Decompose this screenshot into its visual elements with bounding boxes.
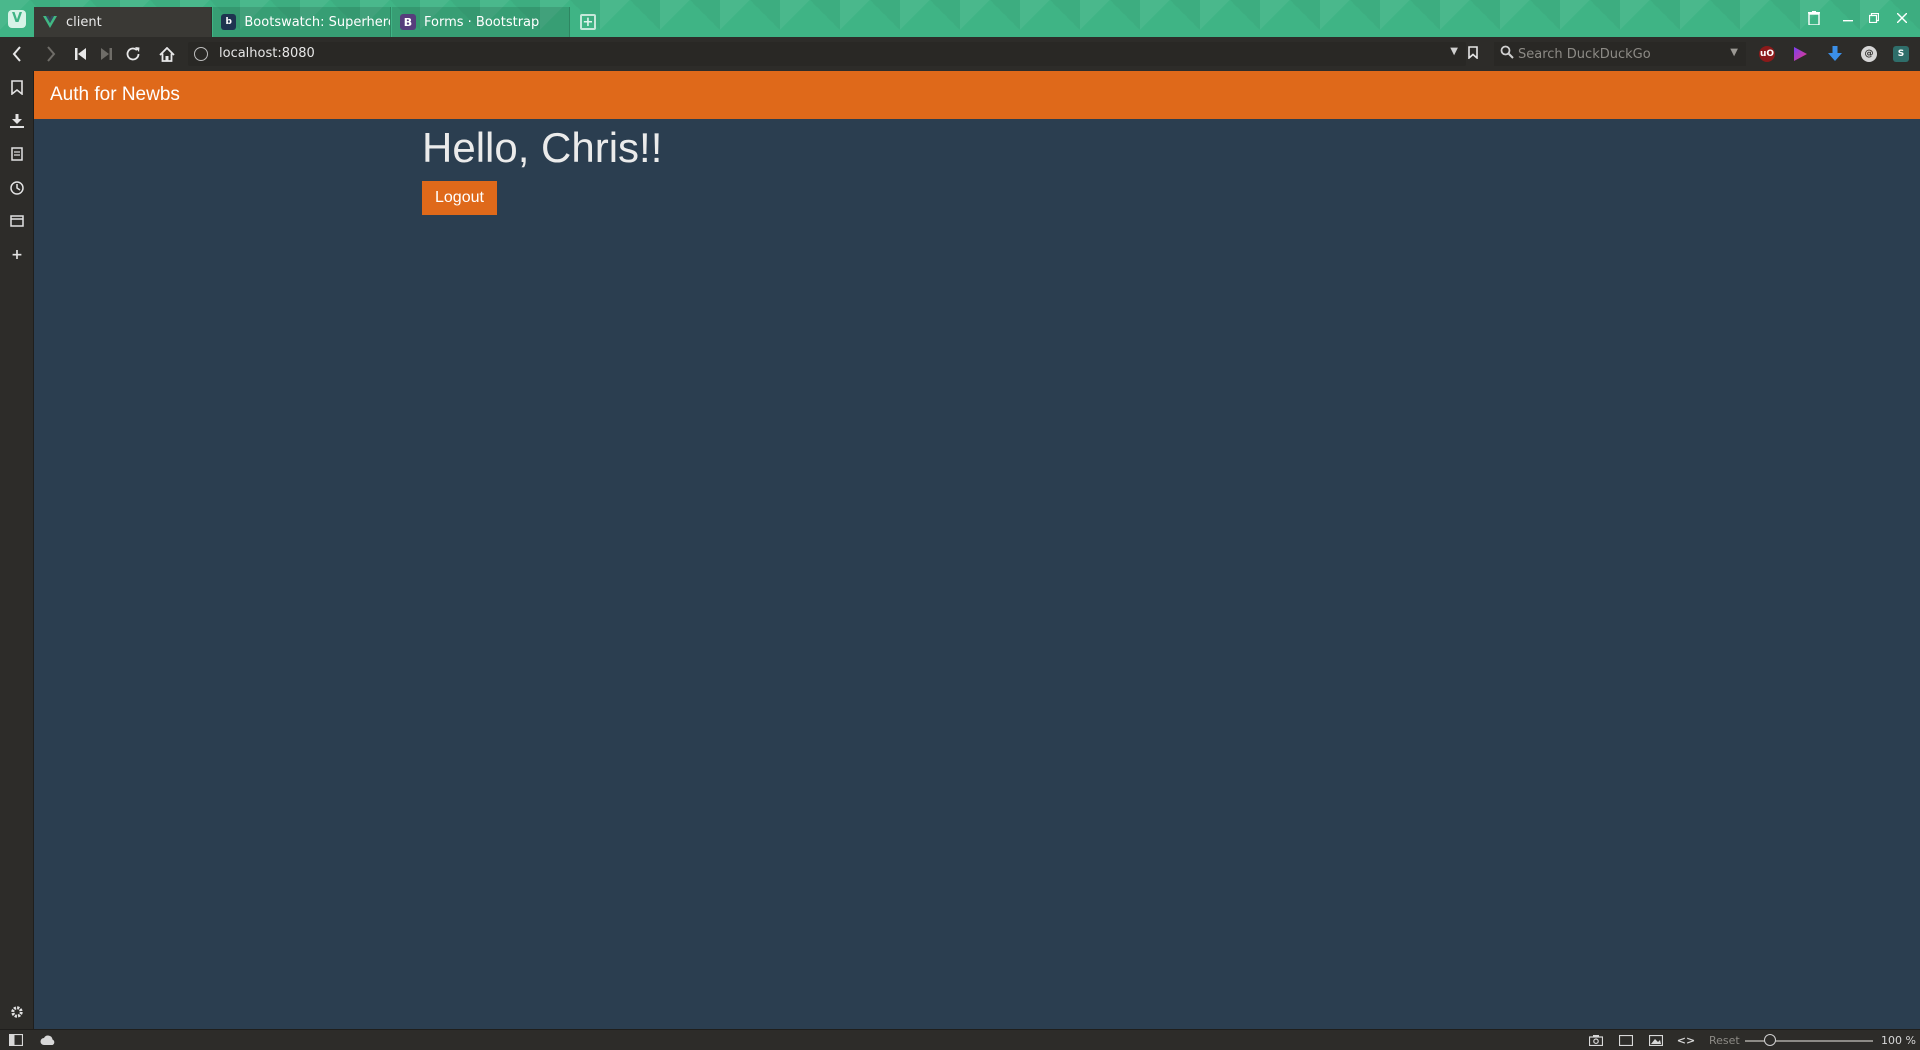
download-extension-icon[interactable] [1827,46,1843,62]
close-icon[interactable] [1892,8,1912,28]
tab-bar: V client b Bootswatch: Superhero B Forms… [0,0,1920,37]
tab-label: Bootswatch: Superhero [244,14,390,30]
reload-icon [126,47,140,61]
ublock-origin-icon[interactable]: uO [1759,46,1775,62]
home-button[interactable] [154,42,180,66]
vivaldi-logo-icon: V [8,9,26,28]
bootstrap-icon: B [400,14,416,30]
restore-icon[interactable] [1864,8,1884,28]
zoom-reset-button[interactable]: Reset [1709,1034,1740,1047]
logout-button[interactable]: Logout [422,181,497,216]
s-extension-icon[interactable]: S [1893,46,1909,62]
trash-icon[interactable] [1804,8,1824,28]
back-button[interactable] [4,42,30,66]
history-dropdown-icon[interactable]: ▼ [1450,46,1458,57]
tiling-icon[interactable] [1618,1033,1634,1047]
site-info-icon[interactable] [194,47,208,61]
forward-button[interactable] [38,42,64,66]
bookmarks-panel-icon[interactable] [5,75,29,99]
history-panel-icon[interactable] [5,176,29,200]
vivaldi-menu-button[interactable]: V [0,0,34,37]
tab-client[interactable]: client [34,7,212,37]
play-extension-icon[interactable] [1792,46,1808,62]
url-text[interactable]: localhost:8080 [219,46,315,61]
tab-label: Forms · Bootstrap [424,14,540,30]
navbar-brand[interactable]: Auth for Newbs [50,84,180,106]
bootswatch-icon: b [221,14,237,30]
search-icon [1500,45,1514,63]
tab-label: client [66,14,102,30]
panel-toggle-icon[interactable] [8,1033,24,1047]
search-input[interactable] [1518,44,1718,64]
zoom-level: 100 % [1881,1034,1916,1047]
sync-cloud-icon[interactable] [40,1033,56,1047]
notes-panel-icon[interactable] [5,142,29,166]
minimize-icon[interactable] [1838,8,1858,28]
side-panel: + [0,71,34,1029]
search-engine-dropdown-icon[interactable]: ▼ [1730,47,1738,58]
chevron-right-icon [47,46,56,62]
skip-back-icon [75,48,86,60]
home-icon [159,46,175,62]
capture-camera-icon[interactable] [1588,1033,1604,1047]
url-field[interactable]: localhost:8080 ▼ [188,42,1466,66]
bookmark-icon[interactable] [1468,46,1482,62]
status-bar: <> Reset 100 % [0,1029,1920,1050]
zoom-slider-thumb[interactable] [1764,1034,1776,1046]
window-panel-icon[interactable] [5,209,29,233]
tab-bootstrap-forms[interactable]: B Forms · Bootstrap [392,7,570,37]
tab-bootswatch[interactable]: b Bootswatch: Superhero [213,7,391,37]
add-panel-icon[interactable]: + [5,243,29,267]
new-tab-button[interactable]: + [580,14,596,30]
greeting-heading: Hello, Chris!! [422,124,663,171]
web-page: Auth for Newbs Hello, Chris!! Logout [34,71,1920,1029]
rewind-button[interactable] [68,42,94,66]
main-content: Hello, Chris!! Logout [422,124,663,216]
downloads-panel-icon[interactable] [5,109,29,133]
fast-forward-button[interactable] [93,42,119,66]
site-navbar: Auth for Newbs [34,71,1920,119]
page-actions-code-icon[interactable]: <> [1677,1033,1695,1047]
reload-button[interactable] [120,42,146,66]
settings-gear-icon[interactable] [5,1000,29,1024]
images-toggle-icon[interactable] [1648,1033,1664,1047]
chevron-left-icon [12,46,21,62]
privacy-extension-icon[interactable]: @ [1861,46,1877,62]
vue-logo-icon [42,14,58,30]
search-field[interactable]: ▼ [1494,42,1746,66]
skip-forward-icon [101,48,112,60]
address-toolbar: localhost:8080 ▼ ▼ uO @ S [0,37,1920,71]
